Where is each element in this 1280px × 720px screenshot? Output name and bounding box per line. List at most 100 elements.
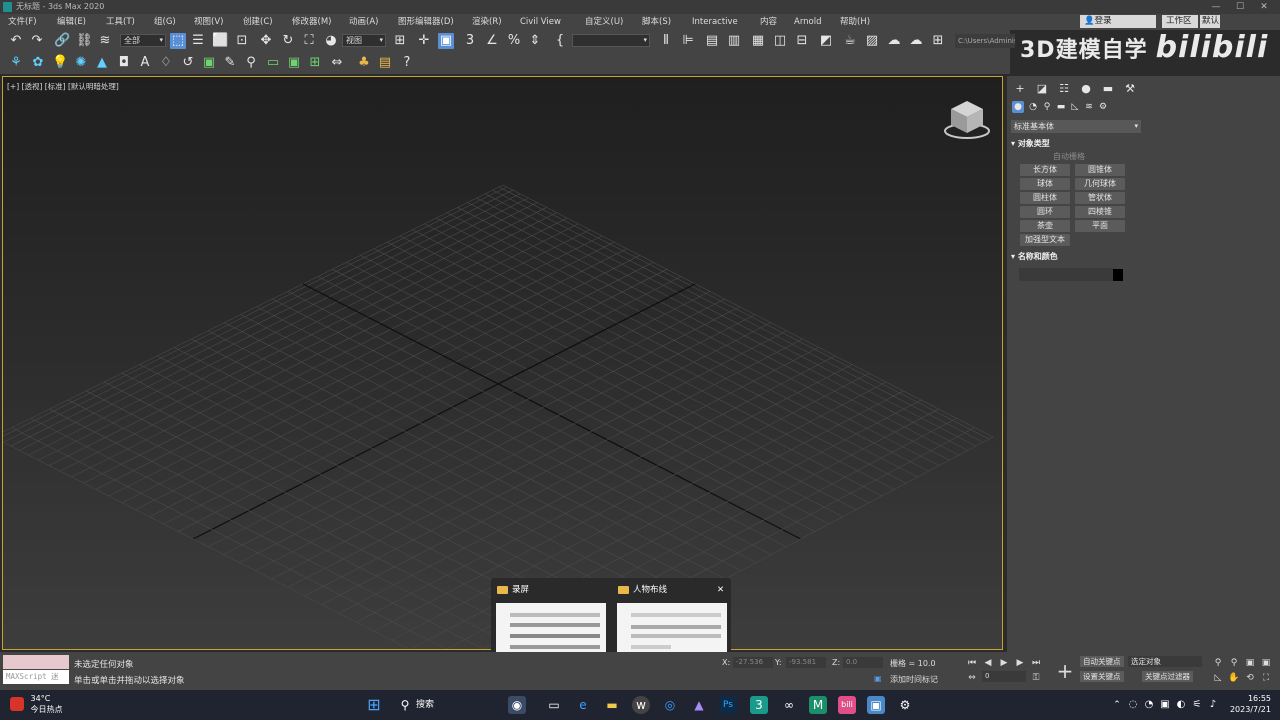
file-explorer-icon[interactable]: ▬ [603, 696, 621, 714]
start-icon[interactable]: ⊞ [365, 696, 383, 714]
cylinder-button[interactable]: 圆柱体 [1020, 192, 1070, 204]
time-tag-icon[interactable]: ▣ [874, 674, 882, 683]
minimize-button[interactable]: — [1204, 0, 1228, 14]
menu-interactive[interactable]: Interactive [692, 14, 738, 30]
app-chain-icon[interactable]: ∞ [780, 696, 798, 714]
display-tab-icon[interactable]: ▬ [1101, 82, 1115, 96]
tag-icon[interactable]: ♢ [158, 55, 174, 71]
utilities-tab-icon[interactable]: ⚒ [1123, 82, 1137, 96]
menu-file[interactable]: 文件(F) [8, 14, 37, 30]
current-frame-field[interactable]: 0 [982, 671, 1026, 682]
torus-button[interactable]: 圆环 [1020, 206, 1070, 218]
particle-view-icon[interactable]: ✿ [30, 55, 46, 71]
systems-icon[interactable]: ⚙ [1097, 101, 1109, 113]
close-button[interactable]: ✕ [1252, 0, 1276, 14]
geometry-category-dropdown[interactable]: 标准基本体 ▾ [1011, 120, 1141, 133]
plane-button[interactable]: 平面 [1075, 220, 1125, 232]
weather-widget[interactable]: 34°C 今日热点 [10, 693, 63, 715]
menu-edit[interactable]: 编辑(E) [57, 14, 86, 30]
bilibili-app-icon[interactable]: bili [838, 696, 856, 714]
y-coord-field[interactable]: -93.581 [786, 657, 826, 668]
layer-explorer-icon[interactable]: ▥ [726, 33, 742, 49]
next-frame-icon[interactable]: ▶ [1014, 657, 1026, 669]
pyramid-button[interactable]: 四棱锥 [1075, 206, 1125, 218]
add-time-tag[interactable]: 添加时间标记 [890, 674, 938, 685]
curve-editor-icon[interactable]: ◫ [772, 33, 788, 49]
time-config-icon[interactable]: ⇔ [966, 672, 978, 684]
preview-item-recording[interactable]: 录屏 [497, 584, 529, 596]
scene-states-icon[interactable]: ⚘ [8, 55, 24, 71]
pivot-center-icon[interactable]: ⊞ [392, 33, 408, 49]
menu-modifiers[interactable]: 修改器(M) [292, 14, 331, 30]
scene-explorer-icon[interactable]: ▤ [704, 33, 720, 49]
render-icon[interactable]: ☁ [886, 33, 902, 49]
frame-icon[interactable]: ▭ [265, 55, 281, 71]
fov-icon[interactable]: ◺ [1212, 672, 1224, 684]
viewport-label[interactable]: [+] [透视] [标准] [默认明暗处理] [7, 81, 119, 92]
autogrid-checkbox[interactable]: 自动栅格 [1011, 151, 1127, 162]
object-name-field[interactable] [1019, 268, 1114, 281]
go-to-end-icon[interactable]: ⏭ [1030, 657, 1042, 669]
project-path-field[interactable]: C:\Users\Administrator\Documents\3ds Max… [955, 34, 1015, 48]
menu-help[interactable]: 帮助(H) [840, 14, 870, 30]
motion-tab-icon[interactable]: ● [1079, 82, 1093, 96]
create-tab-icon[interactable]: + [1013, 82, 1027, 96]
maxscript-listener-input[interactable] [3, 655, 69, 669]
perspective-viewport[interactable]: [+] [透视] [标准] [默认明暗处理] [2, 76, 1003, 650]
app-w-icon[interactable]: w [632, 696, 650, 714]
maxscript-mini-listener[interactable]: MAXScript 迷 [3, 670, 69, 684]
preview-item-character-topology[interactable]: 人物布线 [618, 584, 667, 596]
login-button[interactable]: 👤登录 [1080, 15, 1156, 28]
geosphere-button[interactable]: 几何球体 [1075, 178, 1125, 190]
menu-content[interactable]: 内容 [760, 14, 777, 30]
paint-icon[interactable]: ✎ [222, 55, 238, 71]
previous-frame-icon[interactable]: ◀ [982, 657, 994, 669]
textplus-button[interactable]: 加强型文本 [1020, 234, 1070, 246]
hierarchy-tab-icon[interactable]: ☷ [1057, 82, 1071, 96]
search-icon[interactable]: ⚲ [396, 696, 414, 714]
zoom-icon[interactable]: ⚲ [1212, 657, 1224, 669]
material-editor-icon[interactable]: ◩ [818, 33, 834, 49]
box-button[interactable]: 长方体 [1020, 164, 1070, 176]
zoom-extents-icon[interactable]: ▣ [1244, 657, 1256, 669]
settings-icon[interactable]: ⚙ [896, 696, 914, 714]
set-key-big-icon[interactable]: + [1054, 660, 1076, 682]
key-mode-icon[interactable]: ⚿ [1030, 672, 1042, 684]
play-icon[interactable]: ▶ [998, 657, 1010, 669]
snapshot-icon[interactable]: ▣ [201, 55, 217, 71]
sphere-button[interactable]: 球体 [1020, 178, 1070, 190]
align-icon[interactable]: ⊫ [680, 33, 696, 49]
menu-graph-editors[interactable]: 图形编辑器(D) [398, 14, 454, 30]
menu-arnold[interactable]: Arnold [794, 14, 822, 30]
selection-filter-dropdown[interactable]: 全部 ▾ [120, 34, 166, 47]
pan-icon[interactable]: ✋ [1228, 672, 1240, 684]
recorder-icon[interactable]: ▣ [867, 696, 885, 714]
frame-select-icon[interactable]: ▣ [286, 55, 302, 71]
3dsmax-icon[interactable]: 3 [750, 696, 768, 714]
geometry-icon[interactable]: ● [1012, 101, 1024, 113]
schematic-view-icon[interactable]: ⊟ [794, 33, 810, 49]
redo-icon[interactable]: ↷ [29, 33, 45, 49]
tree-icon[interactable]: ▲ [94, 55, 110, 71]
helpers-icon[interactable]: ◺ [1069, 101, 1081, 113]
selected-object-dropdown[interactable]: 选定对象 [1128, 656, 1202, 667]
menu-civil-view[interactable]: Civil View [520, 14, 561, 30]
shapes-icon[interactable]: ◔ [1027, 101, 1039, 113]
key-filters-button[interactable]: 关键点过滤器 [1142, 671, 1193, 682]
sun-icon[interactable]: ✺ [73, 55, 89, 71]
mirror-icon[interactable]: ⫴ [658, 33, 674, 49]
keyboard-shortcut-toggle-icon[interactable]: ▣ [438, 33, 454, 49]
select-by-name-icon[interactable]: ☰ [190, 33, 206, 49]
snaps-toggle-icon[interactable]: 3 [462, 33, 478, 49]
z-coord-field[interactable]: 0.0 [843, 657, 883, 668]
window-crossing-icon[interactable]: ⊡ [234, 33, 250, 49]
link-icon[interactable]: 🔗 [54, 33, 70, 49]
unlink-icon[interactable]: ⛓ [76, 33, 93, 49]
light-icon[interactable]: 💡 [52, 55, 68, 71]
set-key-button[interactable]: 设置关键点 [1080, 671, 1124, 682]
cycle-icon[interactable]: ↺ [180, 55, 196, 71]
drawing-app-icon[interactable]: ▲ [690, 696, 708, 714]
grid-layout-icon[interactable]: ⊞ [307, 55, 323, 71]
cameras-icon[interactable]: ▬ [1055, 101, 1067, 113]
menu-animation[interactable]: 动画(A) [349, 14, 378, 30]
